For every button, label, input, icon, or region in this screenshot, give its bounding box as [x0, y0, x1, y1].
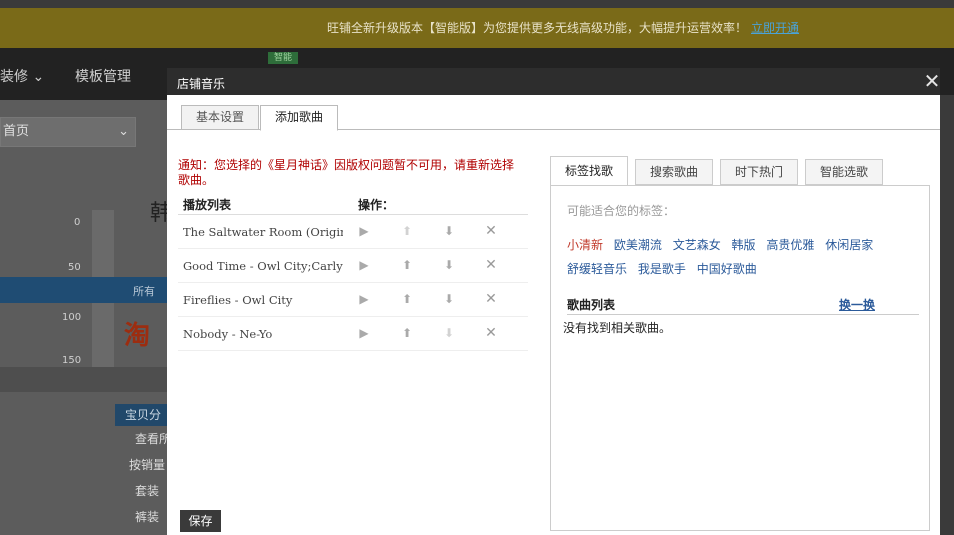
top-strip	[0, 0, 954, 8]
song-list-label: 歌曲列表	[567, 298, 616, 312]
side-menu-item[interactable]: 查看所	[115, 426, 175, 452]
ruler-label: 50	[68, 262, 81, 273]
ruler-label: 100	[62, 312, 82, 323]
ruler-label: 150	[62, 355, 82, 366]
song-title: Good Time - Owl City;Carly ...	[183, 259, 343, 273]
tab-tag-search[interactable]: 标签找歌	[550, 156, 629, 186]
store-music-dialog: 店铺音乐 基本设置 添加歌曲 通知：您选择的《星月神话》因版权问题暂不可用，请重…	[167, 68, 940, 535]
remove-icon[interactable]: ✕	[483, 290, 499, 308]
playlist-header: 播放列表 操作：	[178, 193, 528, 215]
tag-item[interactable]: 韩版	[732, 233, 756, 257]
move-down-icon[interactable]: ⬇	[441, 324, 457, 342]
move-up-icon[interactable]: ⬆	[399, 290, 415, 308]
side-menu-header: 宝贝分	[115, 404, 175, 426]
save-button[interactable]: 保存	[180, 510, 221, 532]
move-down-icon[interactable]: ⬇	[441, 290, 457, 308]
tag-item[interactable]: 中国好歌曲	[697, 257, 757, 281]
play-icon[interactable]: ▶	[356, 324, 372, 342]
song-list-header: 歌曲列表 换一换	[567, 296, 919, 315]
chevron-down-icon: ⌄	[118, 124, 129, 139]
tag-item[interactable]: 舒缓轻音乐	[567, 257, 627, 281]
page-select-value: 首页	[3, 124, 30, 139]
play-icon[interactable]: ▶	[356, 290, 372, 308]
song-title: Nobody - Ne-Yo	[183, 327, 273, 341]
close-icon[interactable]: ✕	[921, 70, 943, 92]
playlist-row: Nobody - Ne-Yo ▶ ⬆ ⬇ ✕	[178, 317, 528, 351]
side-menu-item[interactable]: 套装	[115, 478, 175, 504]
tag-item[interactable]: 休闲居家	[825, 233, 873, 257]
tag-item[interactable]: 我是歌手	[638, 257, 686, 281]
tag-item[interactable]: 文艺森女	[673, 233, 721, 257]
move-up-icon[interactable]: ⬆	[399, 324, 415, 342]
empty-result-message: 没有找到相关歌曲。	[563, 321, 672, 335]
tag-search-panel: 可能适合您的标签： 小清新 欧美潮流 文艺森女 韩版 高贵优雅 休闲居家 舒缓轻…	[550, 185, 930, 531]
right-strip	[940, 95, 954, 535]
song-title: Fireflies - Owl City	[183, 293, 293, 307]
tab-smart-pick[interactable]: 智能选歌	[805, 159, 884, 185]
dialog-titlebar: 店铺音乐	[167, 68, 940, 95]
play-icon[interactable]: ▶	[356, 222, 372, 240]
nav-item-decorate[interactable]: 装修 ⌄	[0, 66, 44, 86]
nav-item-template-manage[interactable]: 模板管理	[75, 66, 131, 86]
play-icon[interactable]: ▶	[356, 256, 372, 274]
open-now-link[interactable]: 立即开通	[751, 21, 799, 35]
dialog-title: 店铺音乐	[177, 77, 226, 91]
song-title: The Saltwater Room (Original ...	[183, 225, 343, 239]
page-select[interactable]: 首页 ⌄	[0, 117, 136, 147]
ruler-label: 0	[74, 217, 81, 228]
playlist-row: Fireflies - Owl City ▶ ⬆ ⬇ ✕	[178, 283, 528, 317]
tab-search-songs[interactable]: 搜索歌曲	[635, 159, 714, 185]
tag-item[interactable]: 欧美潮流	[614, 233, 662, 257]
tag-item[interactable]: 小清新	[567, 233, 603, 257]
chevron-down-icon: ⌄	[32, 69, 45, 85]
taobao-logo: 淘	[124, 321, 151, 351]
category-side-menu: 宝贝分 查看所 按销量 套装 裤装	[115, 404, 175, 530]
side-menu-item[interactable]: 裤装	[115, 504, 175, 530]
tab-add-songs[interactable]: 添加歌曲	[260, 105, 339, 131]
side-menu-item[interactable]: 按销量	[115, 452, 175, 478]
nav-item-label: 装修	[0, 69, 28, 85]
upgrade-notice-text: 旺铺全新升级版本【智能版】为您提供更多无线高级功能，大幅提升运营效率！	[327, 21, 748, 35]
move-down-icon[interactable]: ⬇	[441, 256, 457, 274]
move-up-icon[interactable]: ⬆	[399, 222, 415, 240]
song-finder-tabs: 标签找歌 搜索歌曲 时下热门 智能选歌	[550, 156, 930, 186]
remove-icon[interactable]: ✕	[483, 256, 499, 274]
playlist-column-label: 播放列表	[183, 198, 232, 212]
tab-trending[interactable]: 时下热门	[720, 159, 799, 185]
playlist-row: The Saltwater Room (Original ... ▶ ⬆ ⬇ ✕	[178, 215, 528, 249]
upgrade-notice: 旺铺全新升级版本【智能版】为您提供更多无线高级功能，大幅提升运营效率！ 立即开通	[327, 8, 799, 48]
tag-item[interactable]: 高贵优雅	[766, 233, 814, 257]
operations-column-label: 操作：	[358, 198, 395, 212]
copyright-notice: 通知：您选择的《星月神话》因版权问题暂不可用，请重新选择歌曲。	[178, 158, 515, 187]
category-bar-label: 所有	[133, 285, 155, 298]
smart-badge: 智能	[268, 52, 298, 64]
move-down-icon[interactable]: ⬇	[441, 222, 457, 240]
tag-list: 小清新 欧美潮流 文艺森女 韩版 高贵优雅 休闲居家 舒缓轻音乐 我是歌手 中国…	[567, 233, 923, 281]
remove-icon[interactable]: ✕	[483, 324, 499, 342]
move-up-icon[interactable]: ⬆	[399, 256, 415, 274]
playlist-row: Good Time - Owl City;Carly ... ▶ ⬆ ⬇ ✕	[178, 249, 528, 283]
remove-icon[interactable]: ✕	[483, 222, 499, 240]
refresh-link[interactable]: 换一换	[839, 296, 875, 313]
dialog-tabs: 基本设置 添加歌曲	[167, 95, 940, 131]
upgrade-notice-bar: 旺铺全新升级版本【智能版】为您提供更多无线高级功能，大幅提升运营效率！ 立即开通	[0, 8, 954, 48]
tab-basic-settings[interactable]: 基本设置	[181, 105, 260, 130]
tag-hint: 可能适合您的标签：	[567, 204, 676, 218]
